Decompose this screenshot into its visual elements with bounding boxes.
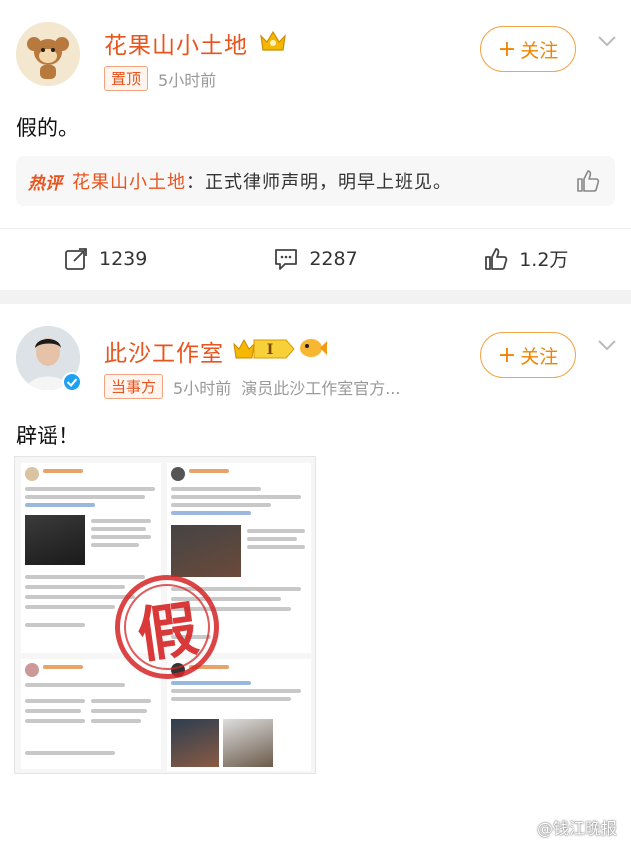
post-image[interactable]: 假 (14, 456, 316, 774)
post-card: 此沙工作室 I 当事方 5小时前 演员此沙工作室官方... + 关注 辟谣！ 假 (0, 304, 631, 851)
image-card (167, 659, 311, 771)
plus-icon: + (497, 36, 517, 62)
hot-comment-label: 热评 (28, 173, 62, 194)
image-photo (25, 515, 85, 565)
image-photo (223, 719, 273, 767)
crown-badge-icon (258, 28, 288, 58)
repost-icon (65, 247, 87, 270)
svg-text:I: I (267, 342, 274, 358)
party-tag: 当事方 (104, 374, 164, 399)
follow-button[interactable]: + 关注 (480, 26, 576, 72)
avatar[interactable] (16, 22, 80, 86)
follow-button[interactable]: + 关注 (480, 332, 576, 378)
image-photo (171, 525, 241, 577)
vip-badge-icon: I (232, 334, 296, 366)
like-icon (485, 247, 508, 270)
follow-label: 关注 (520, 345, 559, 368)
pinned-tag: 置顶 (104, 66, 149, 91)
image-avatar (25, 467, 39, 481)
repost-button[interactable]: 1239 (0, 246, 210, 272)
image-photo (171, 719, 219, 767)
post-meta: 置顶 5小时前 (104, 66, 216, 91)
post-time: 5小时前 (173, 378, 232, 398)
hot-comment-user[interactable]: 花果山小土地 (72, 168, 186, 194)
like-count: 1.2万 (519, 249, 569, 271)
like-icon[interactable] (575, 168, 601, 194)
comment-count: 2287 (309, 247, 358, 270)
chevron-down-icon[interactable] (596, 334, 618, 356)
hot-comment[interactable]: 热评 花果山小土地 ：正式律师声明，明早上班见。 (16, 156, 615, 206)
post-source: 演员此沙工作室官方... (241, 378, 401, 398)
repost-count: 1239 (98, 247, 148, 270)
plus-icon: + (497, 342, 517, 368)
post-text: 辟谣！ (16, 424, 79, 448)
hot-comment-text: ：正式律师声明，明早上班见。 (186, 172, 452, 193)
author-name[interactable]: 花果山小土地 (104, 26, 248, 60)
action-bar: 1239 2287 1.2万 (0, 228, 631, 288)
watermark-text: @钱江晚报 (536, 819, 617, 838)
watermark: @钱江晚报 (505, 815, 617, 839)
fish-badge-icon (298, 336, 328, 364)
post-time: 5小时前 (158, 70, 217, 90)
chevron-down-icon[interactable] (596, 30, 618, 52)
image-avatar (25, 663, 39, 677)
comment-icon (275, 248, 298, 270)
image-avatar (171, 467, 185, 481)
weibo-logo-icon (505, 818, 531, 837)
image-card (21, 659, 161, 769)
comment-button[interactable]: 2287 (210, 246, 420, 272)
author-name[interactable]: 此沙工作室 (104, 334, 224, 368)
post-divider (0, 290, 631, 304)
follow-label: 关注 (520, 39, 559, 62)
post-text: 假的。 (16, 116, 79, 140)
fake-stamp-text: 假 (118, 578, 216, 676)
post-meta: 当事方 5小时前 演员此沙工作室官方... (104, 374, 400, 399)
post-card: 花果山小土地 置顶 5小时前 + 关注 假的。 热评 花果山小土地 ：正式律师声… (0, 0, 631, 290)
like-button[interactable]: 1.2万 (421, 245, 631, 272)
verified-icon (62, 372, 82, 392)
